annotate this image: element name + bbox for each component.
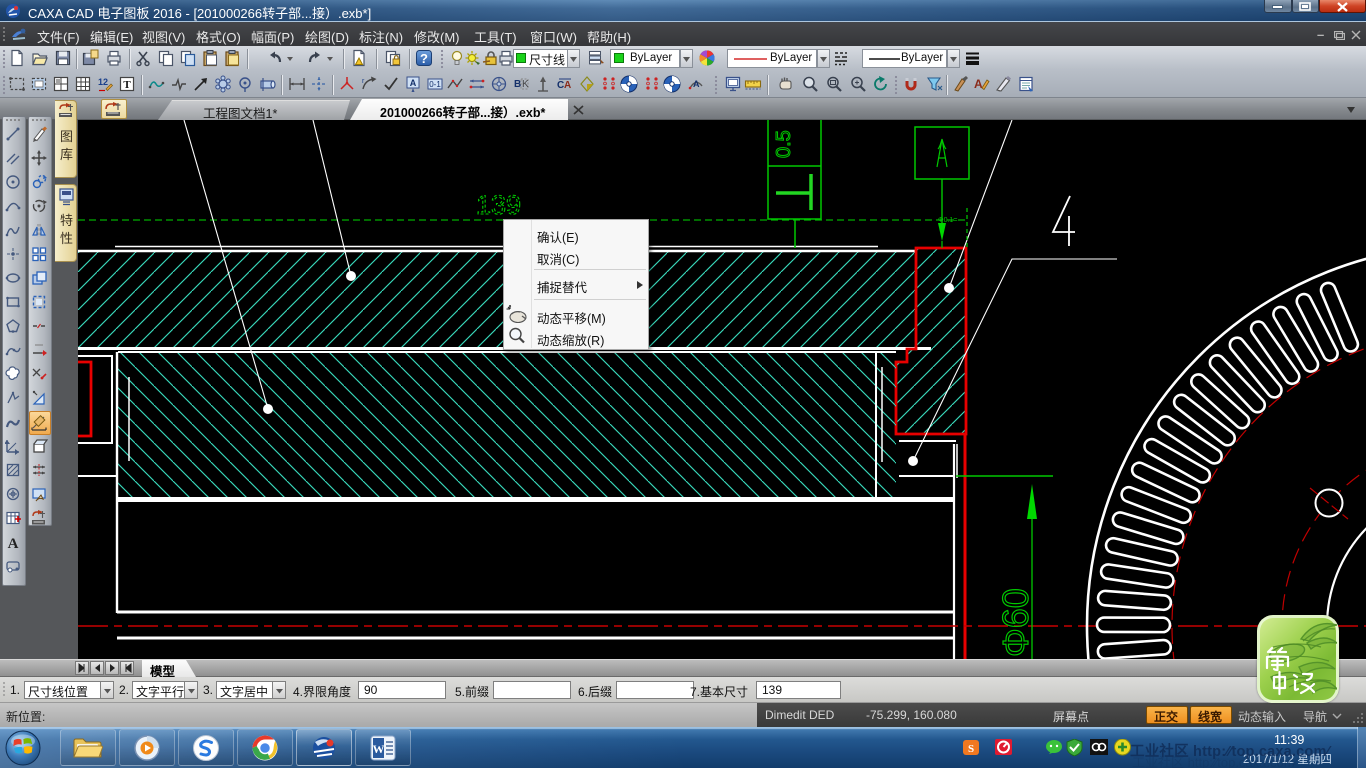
svg-text:?: ?: [420, 51, 428, 66]
svg-text:A: A: [693, 79, 700, 89]
svg-text:0-1: 0-1: [429, 80, 441, 89]
svg-text:K: K: [522, 79, 529, 90]
svg-text:A: A: [410, 78, 417, 88]
svg-text:0.5: 0.5: [773, 130, 795, 158]
svg-text:12: 12: [98, 77, 108, 87]
svg-text:S: S: [968, 743, 974, 755]
svg-text:139: 139: [476, 190, 521, 220]
svg-text:Φ60: Φ60: [995, 588, 1036, 657]
svg-text:T: T: [123, 79, 131, 91]
svg-text:Φ0.1=: Φ0.1=: [938, 217, 957, 224]
svg-text:A: A: [564, 80, 571, 91]
svg-text:B: B: [514, 79, 521, 90]
svg-text:A: A: [8, 536, 19, 552]
svg-text:W: W: [373, 742, 385, 756]
svg-text:A: A: [974, 77, 983, 91]
